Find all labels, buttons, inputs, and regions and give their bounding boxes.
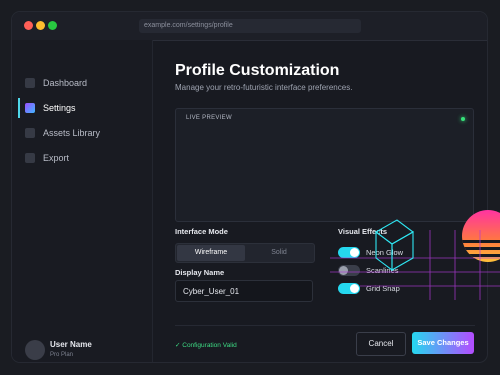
toggle-knob: [350, 284, 359, 293]
sidebar-item-settings[interactable]: Settings: [18, 97, 144, 119]
page-subtitle: Manage your retro-futuristic interface p…: [175, 83, 353, 92]
toggle-label: Grid Snap: [366, 284, 400, 293]
mode-option-solid[interactable]: Solid: [245, 245, 313, 261]
address-bar[interactable]: example.com/settings/profile: [139, 19, 361, 33]
minimize-window-button[interactable]: [36, 21, 45, 30]
sidebar-item-label: Export: [43, 153, 70, 163]
sidebar: Dashboard Settings Assets Library Export…: [12, 40, 153, 362]
maximize-window-button[interactable]: [48, 21, 57, 30]
toggle-label: Scanlines: [366, 266, 399, 275]
title-bar: example.com/settings/profile: [12, 12, 487, 41]
display-name-field[interactable]: Cyber_User_01: [175, 280, 313, 302]
cancel-button[interactable]: Cancel: [356, 332, 406, 356]
assets-icon: [25, 128, 35, 138]
mode-option-wireframe[interactable]: Wireframe: [177, 245, 245, 261]
toggle-label: Neon Glow: [366, 248, 404, 257]
sidebar-item-label: Settings: [43, 103, 76, 113]
main-content: Profile Customization Manage your retro-…: [153, 40, 487, 362]
live-preview-panel: LIVE PREVIEW: [175, 108, 474, 222]
interface-mode-selector: Wireframe Solid: [175, 243, 315, 263]
sidebar-item-label: Dashboard: [43, 78, 88, 88]
scanlines-toggle[interactable]: [338, 265, 360, 276]
display-name-label: Display Name: [175, 268, 225, 277]
dashboard-icon: [25, 78, 35, 88]
preview-label: LIVE PREVIEW: [186, 115, 232, 121]
sidebar-item-dashboard[interactable]: Dashboard: [18, 72, 144, 94]
toggle-knob: [350, 248, 359, 257]
grid-snap-toggle[interactable]: [338, 283, 360, 294]
user-plan: Pro Plan: [50, 352, 74, 358]
save-changes-button[interactable]: Save Changes: [412, 332, 474, 354]
live-status-dot: [461, 117, 465, 121]
avatar[interactable]: [25, 340, 45, 360]
neon-glow-toggle[interactable]: [338, 247, 360, 258]
page-title: Profile Customization: [175, 62, 340, 79]
settings-icon: [25, 103, 35, 113]
visual-effects-label: Visual Effects: [338, 227, 388, 236]
footer-divider: [175, 325, 475, 326]
interface-mode-label: Interface Mode: [175, 227, 228, 236]
app-window: example.com/settings/profile Dashboard S…: [12, 12, 487, 362]
sidebar-item-export[interactable]: Export: [18, 147, 144, 169]
toggle-knob: [339, 266, 348, 275]
sidebar-item-label: Assets Library: [43, 128, 101, 138]
export-icon: [25, 153, 35, 163]
close-window-button[interactable]: [24, 21, 33, 30]
user-name: User Name: [50, 340, 92, 349]
validation-status: ✓ Configuration Valid: [175, 342, 237, 349]
sidebar-item-assets-library[interactable]: Assets Library: [18, 122, 144, 144]
